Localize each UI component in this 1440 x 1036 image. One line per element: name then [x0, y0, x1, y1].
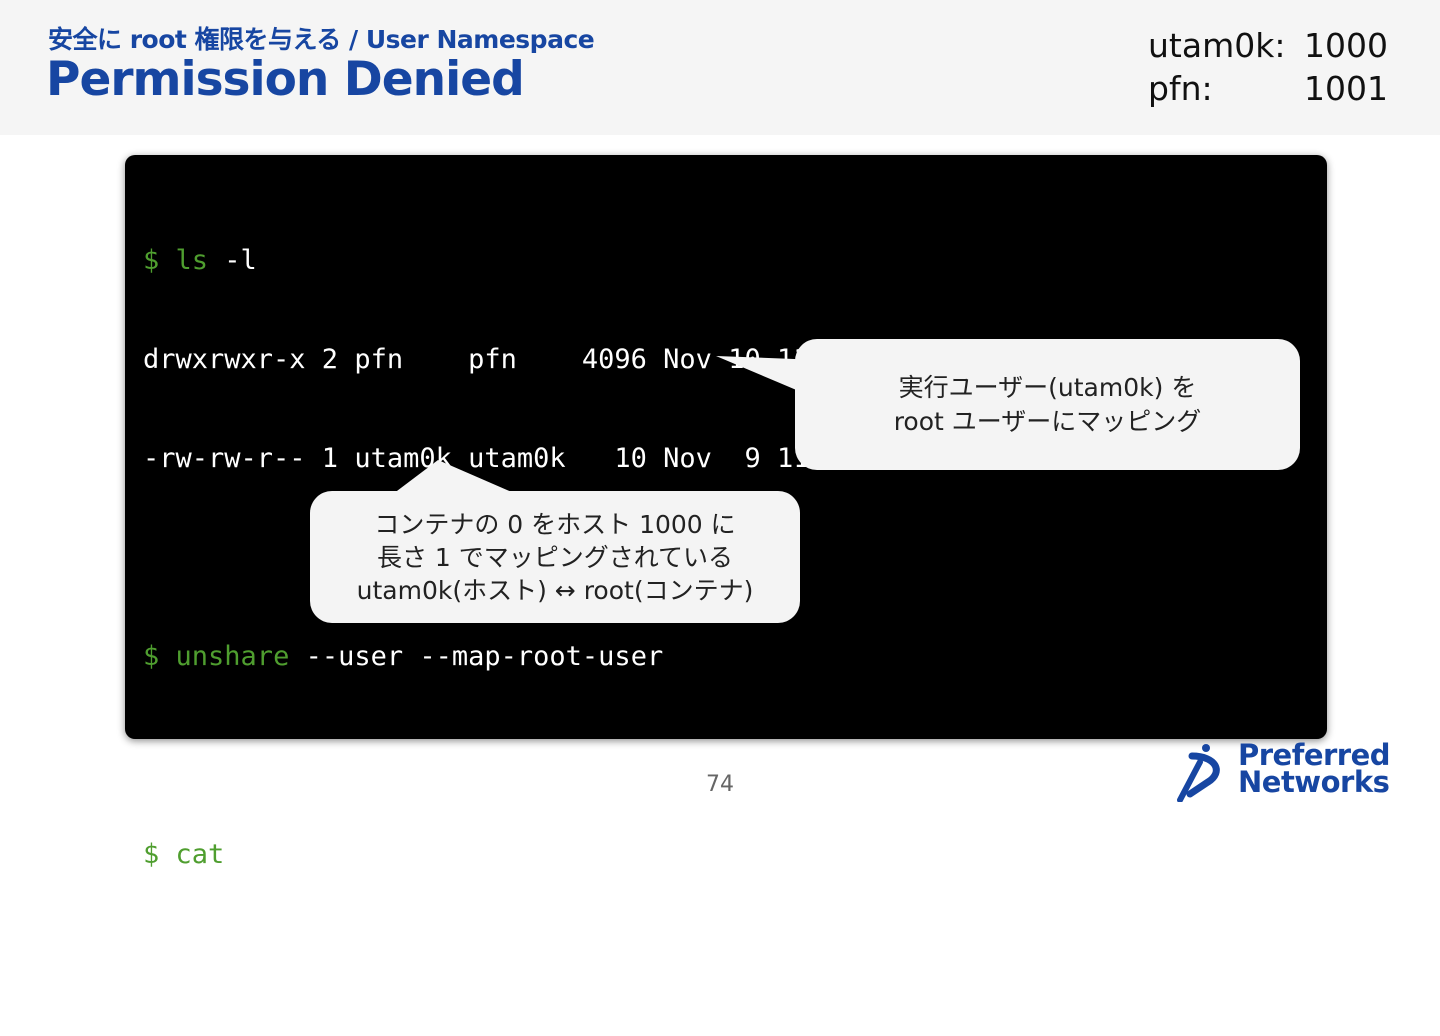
terminal-line: $ cat /proc/$$/uid_map — [143, 838, 1037, 871]
callout-text: コンテナの 0 をホスト 1000 に — [374, 509, 736, 539]
pfn-logo-icon — [1177, 744, 1220, 803]
command-name: cat — [175, 839, 225, 870]
logo-wordmark: Preferred Networks — [1238, 741, 1391, 799]
callout-text: 長さ 1 でマッピングされている — [376, 542, 734, 572]
logo-line: Networks — [1238, 765, 1390, 799]
terminal-line: 0 1000 1 — [143, 938, 664, 969]
command-args: /proc/$$/uid_map — [224, 839, 501, 870]
callout-text: utam0k(ホスト) ↔ root(コンテナ) — [356, 575, 754, 605]
callout-map-root-user: 実行ユーザー(utam0k) を root ユーザーにマッピング — [795, 339, 1300, 470]
callout-text: 実行ユーザー(utam0k) を — [898, 372, 1197, 402]
callout-uid-map: コンテナの 0 をホスト 1000 に 長さ 1 でマッピングされている uta… — [310, 491, 800, 623]
prompt-symbol: $ — [143, 839, 160, 870]
pfn-logo: Preferred Networks — [1172, 741, 1422, 803]
callout-text: root ユーザーにマッピング — [893, 406, 1202, 436]
page-number: 74 — [706, 772, 734, 797]
